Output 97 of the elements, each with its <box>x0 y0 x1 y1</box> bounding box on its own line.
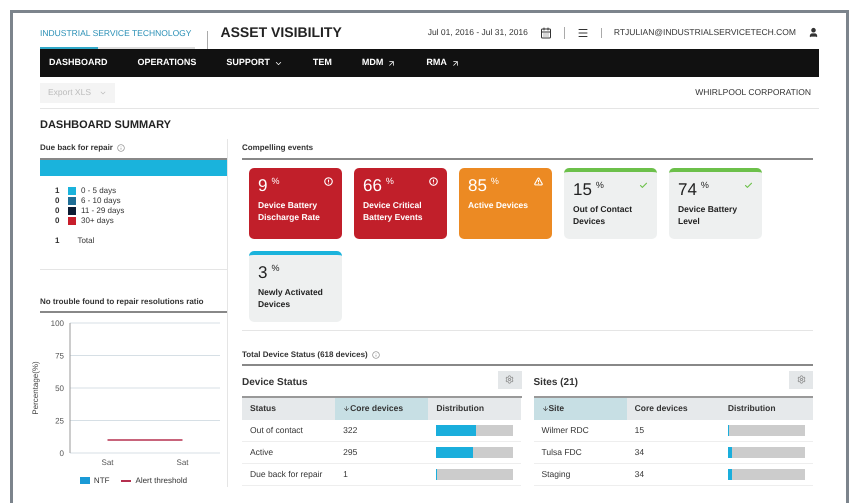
legend-label: NTF <box>94 474 110 486</box>
legend-label: Alert threshold <box>135 474 188 486</box>
app-title: ASSET VISIBILITY <box>220 23 342 42</box>
table-cell: 34 <box>626 464 720 486</box>
column-header[interactable]: Core devices <box>626 398 720 420</box>
warning-icon <box>534 176 543 186</box>
check-icon <box>744 180 753 190</box>
event-value: 9 <box>258 174 268 196</box>
table-cell: Due back for repair <box>242 464 336 486</box>
brand-name: INDUSTRIAL SERVICE TECHNOLOGY <box>40 27 192 39</box>
legend-count: 0 <box>55 204 60 216</box>
tick-label: Sat <box>176 458 188 466</box>
external-link-icon <box>387 58 396 68</box>
external-link-icon <box>450 58 460 68</box>
event-card[interactable]: 66 % Device Critical Battery Events <box>354 168 447 238</box>
legend-count: 0 <box>55 194 60 206</box>
legend-label: 6 - 10 days <box>81 195 121 206</box>
user-email[interactable]: RTJULIAN@INDUSTRIALSERVICETECH.COM <box>614 26 796 39</box>
total-count: 1 <box>55 234 60 246</box>
nav-item[interactable]: DASHBOARD <box>49 56 108 70</box>
event-label: Active Devices <box>468 198 530 210</box>
nav-item[interactable]: TEM <box>312 56 332 70</box>
legend-label: 11 - 29 days <box>81 205 124 216</box>
company-name: WHIRLPOOL CORPORATION <box>695 86 811 99</box>
info-icon[interactable] <box>116 144 125 152</box>
event-label: Out of Contact Devices <box>573 202 634 226</box>
column-header[interactable]: Distribution <box>720 398 813 420</box>
event-card[interactable]: 9 % Device Battery Discharge Rate <box>249 168 342 238</box>
event-unit: % <box>386 174 394 188</box>
total-label: Total <box>77 234 94 246</box>
sort-arrow-icon <box>343 405 350 412</box>
table-cell: 1 <box>335 464 428 486</box>
event-label: Device Critical Battery Events <box>363 198 424 222</box>
tick-label: Sat <box>102 458 114 466</box>
alert-icon <box>324 176 333 186</box>
event-value: 15 <box>573 178 592 200</box>
tick-label: 0 <box>60 448 64 458</box>
event-card[interactable]: 15 % Out of Contact Devices <box>564 168 657 238</box>
settings-button[interactable] <box>498 370 522 388</box>
event-unit: % <box>700 178 709 192</box>
calendar-icon[interactable] <box>540 26 552 39</box>
table-cell: Staging <box>534 464 627 486</box>
nav-item[interactable]: SUPPORT <box>226 56 283 70</box>
nav-item[interactable]: MDM <box>362 56 396 70</box>
event-card[interactable]: 74 % Device Battery Level <box>669 168 762 238</box>
table-cell: 34 <box>626 442 720 464</box>
event-unit: % <box>271 174 280 188</box>
legend-label: 30+ days <box>81 215 114 226</box>
table-title: Device Status <box>242 376 308 390</box>
panel-title: Compelling events <box>242 142 314 154</box>
event-label: Device Battery Discharge Rate <box>258 198 321 222</box>
panel-title: Total Device Status (618 devices) <box>242 348 368 360</box>
panel-title: No trouble found to repair resolutions ratio <box>40 296 205 308</box>
nav-item[interactable]: OPERATIONS <box>138 56 196 70</box>
date-range[interactable]: Jul 01, 2016 - Jul 31, 2016 <box>428 26 528 39</box>
axis-label: Percentage(%) <box>31 360 40 414</box>
gear-icon <box>796 375 806 384</box>
column-header[interactable]: Status <box>242 398 336 420</box>
event-card[interactable]: 3 % Newly Activated Devices <box>249 250 342 322</box>
event-unit: % <box>490 174 499 188</box>
table-cell: Tulsa FDC <box>534 442 627 464</box>
column-header[interactable]: Distribution <box>428 398 522 420</box>
menu-icon[interactable] <box>576 26 589 39</box>
sort-arrow-icon <box>542 405 548 412</box>
alert-icon <box>429 176 438 186</box>
tick-label: 75 <box>55 351 64 360</box>
event-unit: % <box>271 262 280 274</box>
check-icon <box>639 180 648 190</box>
table-cell: Wilmer RDC <box>534 420 627 442</box>
settings-button[interactable] <box>789 370 813 388</box>
table-title: Sites (21) <box>534 376 578 390</box>
legend-label: 0 - 5 days <box>81 184 116 196</box>
table-cell: Active <box>242 442 336 464</box>
nav-item[interactable]: RMA <box>426 56 460 70</box>
user-icon[interactable] <box>808 27 819 38</box>
event-value: 85 <box>468 174 487 196</box>
column-header[interactable]: Site <box>534 398 627 420</box>
tick-label: 25 <box>55 416 64 425</box>
event-label: Newly Activated Devices <box>258 286 324 310</box>
panel-title: Due back for repair <box>40 142 113 154</box>
event-value: 74 <box>678 178 697 200</box>
event-unit: % <box>596 178 604 192</box>
table-cell: 15 <box>626 420 720 442</box>
event-value: 66 <box>363 174 382 196</box>
section-title: DASHBOARD SUMMARY <box>40 118 172 133</box>
column-header[interactable]: Core devices <box>335 398 428 420</box>
gear-icon <box>505 375 514 384</box>
table-cell: Out of contact <box>242 420 336 442</box>
event-label: Device Battery Level <box>678 202 738 226</box>
legend-count: 0 <box>55 214 60 226</box>
legend-count: 1 <box>55 184 60 196</box>
tick-label: 50 <box>55 384 64 392</box>
info-icon[interactable] <box>372 350 380 358</box>
table-cell: 295 <box>335 442 428 464</box>
event-value: 3 <box>258 262 268 284</box>
tick-label: 100 <box>50 318 64 328</box>
table-cell: 322 <box>335 420 428 442</box>
